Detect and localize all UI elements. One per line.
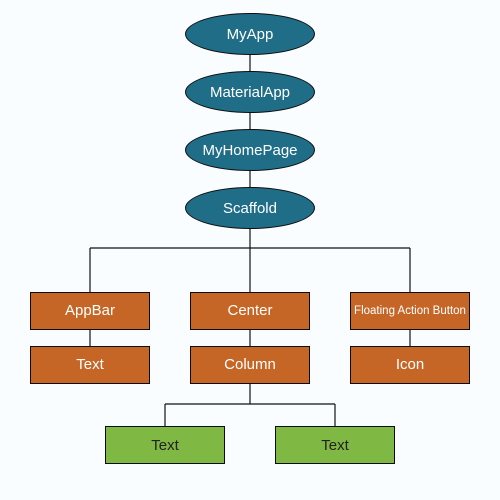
node-center: Center <box>190 292 310 330</box>
node-label: MaterialApp <box>210 84 290 101</box>
node-myhomepage: MyHomePage <box>185 129 315 171</box>
node-label: Scaffold <box>223 200 277 217</box>
node-myapp: MyApp <box>185 13 315 55</box>
node-text-leaf-right: Text <box>275 426 395 464</box>
node-label: Text <box>76 357 104 374</box>
node-label: MyApp <box>227 26 274 43</box>
node-materialapp: MaterialApp <box>185 71 315 113</box>
node-label: AppBar <box>65 303 115 320</box>
node-appbar: AppBar <box>30 292 150 330</box>
node-label: Center <box>227 303 272 320</box>
node-label: Text <box>151 437 179 454</box>
node-label: Text <box>321 437 349 454</box>
node-floating-action-button: Floating Action Button <box>350 292 470 330</box>
node-column: Column <box>190 346 310 384</box>
node-label: MyHomePage <box>202 142 297 159</box>
node-text-leaf-left: Text <box>105 426 225 464</box>
node-label: Icon <box>396 357 424 374</box>
node-label: Column <box>224 357 276 374</box>
node-scaffold: Scaffold <box>185 187 315 229</box>
node-label: Floating Action Button <box>354 305 466 318</box>
node-icon: Icon <box>350 346 470 384</box>
node-text-under-appbar: Text <box>30 346 150 384</box>
